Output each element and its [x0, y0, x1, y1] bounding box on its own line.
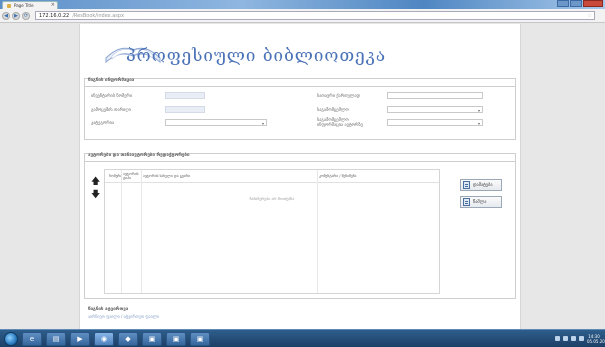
tray-clock[interactable]: 14:30 05.05.2014: [587, 333, 605, 344]
tab-title: Page Title: [14, 3, 34, 8]
reload-button[interactable]: ⟳: [22, 11, 30, 20]
taskbar-window-icon[interactable]: ▣: [190, 331, 210, 346]
forward-icon: ▶: [14, 12, 18, 19]
taskbar-chrome-icon[interactable]: ◉: [94, 331, 114, 346]
book-info-section: წიგნის ინფორმაცია ინვენტარის ნომერი გამო…: [84, 78, 516, 140]
chevron-down-icon: ▾: [477, 108, 480, 113]
add-document-icon: [463, 181, 470, 189]
os-taskbar: e ▤ ▶ ◉ ◆ ▣ ▣ ▣ 14:30 05.05.2014: [0, 329, 605, 347]
field-label: გამოცემის თარიღი: [91, 108, 131, 113]
taskbar-folder-icon[interactable]: ▤: [46, 331, 66, 346]
grid-column-line: [141, 170, 142, 293]
bookmark-star-icon[interactable]: ☆: [588, 13, 592, 19]
delete-document-icon: [463, 198, 470, 206]
address-bar[interactable]: 172.16.0.22 /ResBook/index.aspx ☆: [35, 11, 595, 20]
taskbar-ie-icon[interactable]: e: [22, 331, 42, 346]
publisher-select[interactable]: ▾: [387, 106, 483, 113]
browser-toolbar: ◀ ▶ ⟳ 172.16.0.22 /ResBook/index.aspx ☆: [0, 9, 605, 23]
upload-section-title: წიგნის ატვირთვა: [88, 307, 129, 312]
taskbar-window-icon[interactable]: ▣: [166, 331, 186, 346]
add-author-button[interactable]: დამატება: [460, 179, 502, 191]
inventory-number-input[interactable]: [165, 92, 205, 99]
column-header[interactable]: კომენტარი / შენიშვნა: [319, 174, 356, 178]
taskbar-app-icon[interactable]: ◆: [118, 331, 138, 346]
authors-grid: ნომერი ავტორის ტიპი ავტორის სახელი და გვ…: [104, 169, 440, 294]
app-sheet: პროფესიული ბიბლიოთეკა წიგნის ინფორმაცია …: [79, 24, 521, 329]
chevron-down-icon: ▾: [261, 121, 264, 126]
tray-volume-icon[interactable]: [579, 336, 584, 341]
app-title: პროფესიული ბიბლიოთეკა: [126, 46, 387, 66]
grid-column-line: [121, 170, 122, 293]
tab-close-icon[interactable]: ×: [51, 3, 55, 8]
back-icon: ◀: [4, 12, 8, 19]
delete-author-button[interactable]: წაშლა: [460, 196, 502, 208]
back-button[interactable]: ◀: [2, 11, 10, 20]
favicon-icon: [7, 3, 11, 8]
maximize-button[interactable]: [570, 0, 582, 7]
minimize-button[interactable]: [557, 0, 569, 7]
window-close-button[interactable]: [583, 0, 603, 7]
field-label: სათაური ქართულად: [317, 94, 361, 99]
start-button[interactable]: [4, 331, 18, 346]
field-label: ინვენტარის ნომერი: [91, 94, 133, 99]
add-author-label: დამატება: [473, 182, 493, 188]
title-georgian-input[interactable]: [387, 92, 483, 99]
authors-title: ავტორები და თანაავტორები რედაქტორები: [88, 153, 190, 158]
tray-network-icon[interactable]: [571, 336, 576, 341]
chevron-down-icon: ▾: [477, 121, 480, 126]
section-divider: [85, 161, 515, 162]
field-label: კატეგორია: [91, 121, 115, 126]
clock-date: 05.05.2014: [587, 338, 605, 344]
reload-icon: ⟳: [23, 12, 29, 19]
system-tray: 14:30 05.05.2014: [555, 334, 605, 344]
grid-column-line: [317, 170, 318, 293]
section-divider: [85, 86, 515, 87]
taskbar-media-icon[interactable]: ▶: [70, 331, 90, 346]
address-host: 172.16.0.22: [39, 12, 70, 19]
field-label: ინფორმაცია ავტორზე: [317, 123, 363, 128]
grid-empty-message: ჩანაწერები არ მოიძებნა: [249, 196, 295, 201]
tray-flag-icon[interactable]: [563, 336, 568, 341]
upload-section-subtitle[interactable]: აირჩიეთ ფაილი / ატვირთეთ ფაილი: [88, 314, 159, 319]
column-header[interactable]: ავტორის სახელი და გვარი: [143, 174, 190, 178]
grid-header-divider: [105, 182, 439, 183]
field-label: საგამომცემლო: [317, 108, 349, 113]
author-info-select[interactable]: ▾: [387, 119, 483, 126]
address-path: /ResBook/index.aspx: [72, 12, 125, 19]
book-info-title: წიგნის ინფორმაცია: [88, 78, 135, 83]
column-header[interactable]: ავტორის ტიპი: [123, 172, 138, 180]
delete-author-label: წაშლა: [473, 199, 487, 205]
forward-button[interactable]: ▶: [12, 11, 20, 20]
move-down-icon[interactable]: 🡇: [91, 191, 100, 200]
move-up-icon[interactable]: 🡅: [91, 178, 100, 187]
taskbar-window-icon[interactable]: ▣: [142, 331, 162, 346]
page-viewport: პროფესიული ბიბლიოთეკა წიგნის ინფორმაცია …: [0, 24, 605, 329]
browser-titlebar: Page Title ×: [0, 0, 605, 9]
category-select[interactable]: ▾: [165, 119, 267, 126]
authors-section: ავტორები და თანაავტორები რედაქტორები 🡅 🡇…: [84, 153, 516, 299]
clock-time: 14:30: [588, 333, 600, 339]
publish-date-input[interactable]: [165, 106, 205, 113]
browser-tab[interactable]: Page Title ×: [2, 1, 58, 9]
tray-language-icon[interactable]: [555, 336, 560, 341]
window-controls: [557, 0, 603, 8]
